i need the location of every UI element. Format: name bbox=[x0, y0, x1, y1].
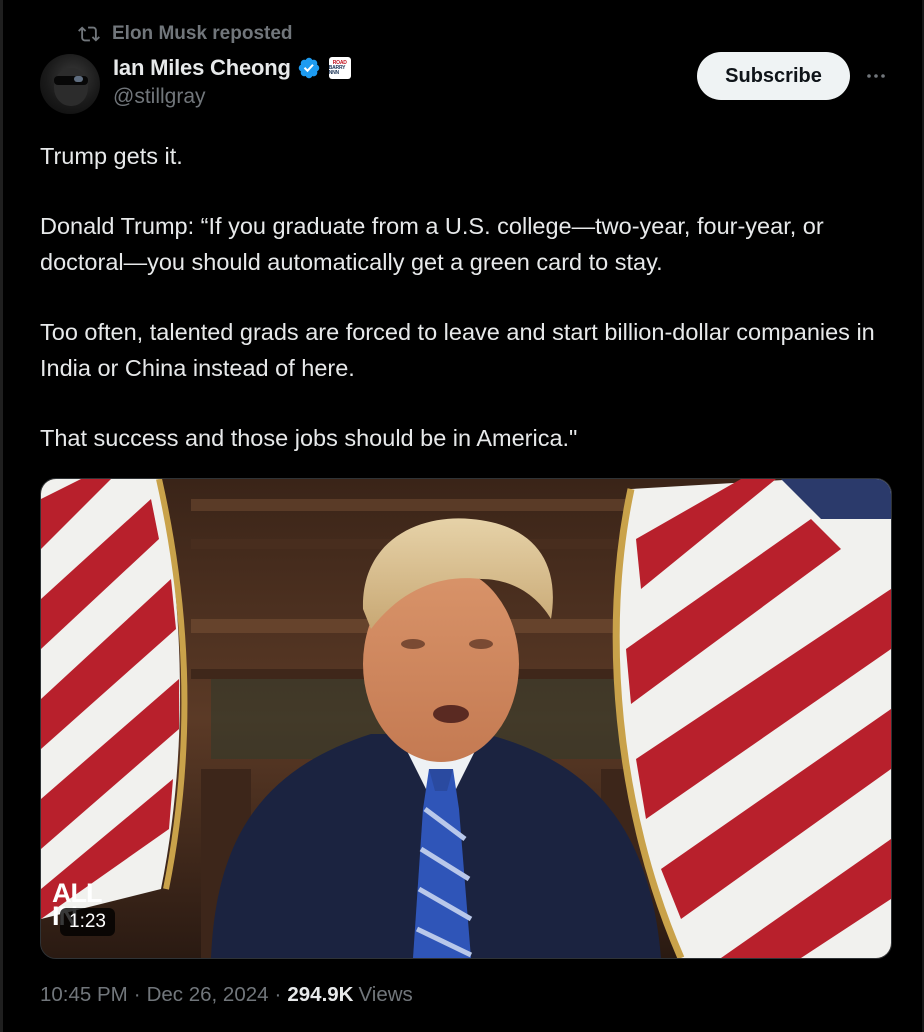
affiliate-badge-icon[interactable]: ROAD BARRY NNN bbox=[328, 57, 351, 79]
repost-header[interactable]: Elon Musk reposted bbox=[78, 22, 293, 46]
post-date[interactable]: Dec 26, 2024 bbox=[147, 983, 269, 1007]
tweet-text: Trump gets it. Donald Trump: “If you gra… bbox=[40, 138, 900, 456]
subscribe-button[interactable]: Subscribe bbox=[697, 52, 850, 100]
verified-badge-icon[interactable] bbox=[297, 56, 321, 80]
repost-label: Elon Musk reposted bbox=[112, 23, 293, 44]
avatar[interactable] bbox=[40, 54, 100, 114]
video-frame bbox=[41, 479, 891, 958]
views-count: 294.9K bbox=[287, 983, 354, 1006]
more-options-button[interactable] bbox=[862, 62, 890, 90]
author-name-row: Ian Miles Cheong ROAD BARRY NNN bbox=[113, 53, 351, 83]
tweet-meta: 10:45 PM · Dec 26, 2024 · 294.9K Views bbox=[40, 983, 413, 1007]
tweet-paragraph-3: Too often, talented grads are forced to … bbox=[40, 319, 875, 381]
left-border bbox=[0, 0, 3, 1032]
author-handle[interactable]: @stillgray bbox=[113, 85, 206, 109]
more-icon bbox=[867, 74, 885, 78]
tweet-paragraph-4: That success and those jobs should be in… bbox=[40, 425, 578, 451]
right-flag bbox=[612, 479, 891, 958]
tweet-paragraph-2: Donald Trump: “If you graduate from a U.… bbox=[40, 213, 824, 275]
avatar-shine bbox=[74, 76, 83, 82]
video-duration-badge: 1:23 bbox=[60, 908, 115, 936]
author-display-name[interactable]: Ian Miles Cheong bbox=[113, 55, 291, 81]
repost-icon bbox=[78, 26, 100, 42]
views-label: Views bbox=[358, 983, 413, 1006]
meta-separator: · bbox=[274, 983, 282, 1006]
post-time[interactable]: 10:45 PM bbox=[40, 983, 128, 1007]
avatar-face bbox=[54, 68, 88, 106]
affiliate-text-bottom: BARRY NNN bbox=[328, 64, 346, 76]
video-player[interactable] bbox=[40, 478, 892, 959]
meta-separator: · bbox=[133, 983, 141, 1006]
left-flag bbox=[41, 479, 188, 919]
tweet-paragraph-1: Trump gets it. bbox=[40, 143, 183, 169]
